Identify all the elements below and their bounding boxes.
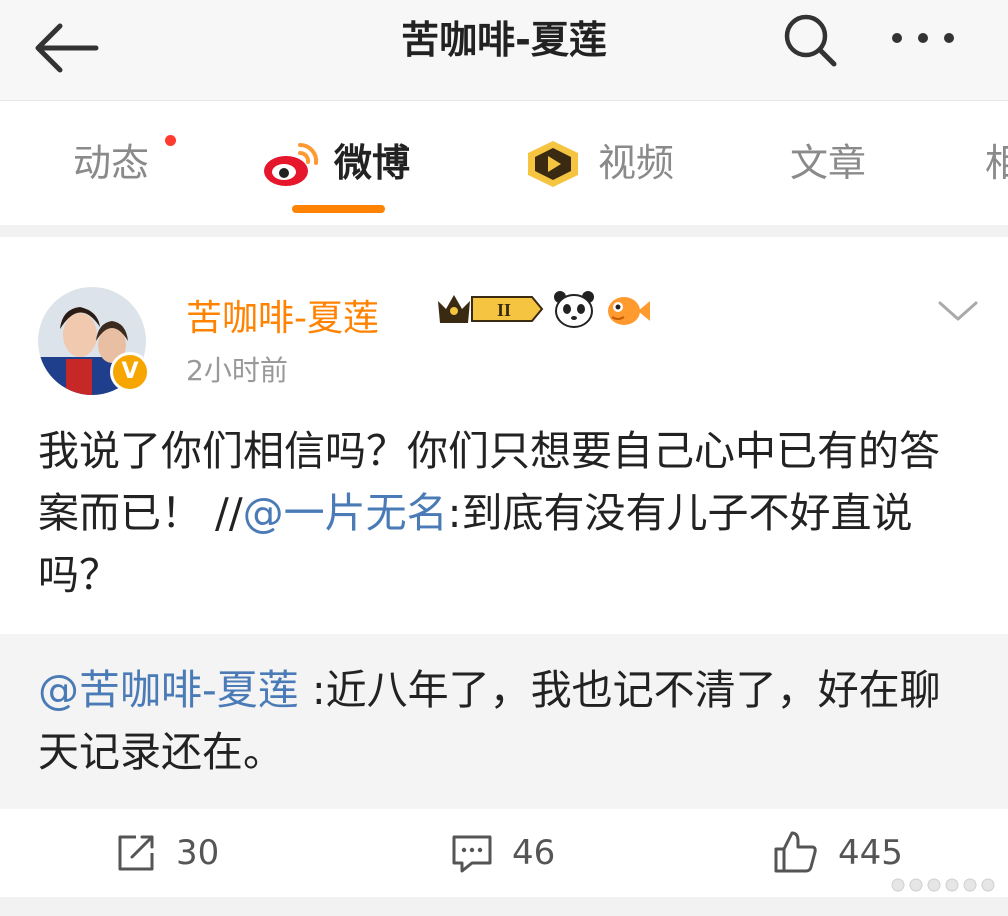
post-card: V 苦咖啡-夏莲 II 2小时前 我说了你们相信吗？你们只想要自己心中已有的答案… [0, 237, 1008, 897]
weibo-logo-icon [264, 142, 319, 186]
video-play-icon [528, 141, 578, 187]
repost-count: 30 [176, 833, 220, 873]
more-button[interactable] [885, 18, 965, 58]
tab-label: 文章 [790, 141, 867, 185]
repost-icon [118, 835, 154, 871]
bottom-separator [0, 897, 1008, 916]
member-level-badge-icon[interactable]: II [434, 289, 546, 329]
user-mention-link[interactable]: @一片无名 [243, 489, 448, 537]
thumbs-up-icon [774, 831, 817, 873]
watermark-dots [891, 878, 995, 892]
post-content: 我说了你们相信吗？你们只想要自己心中已有的答案而已！ //@一片无名:到底有没有… [38, 420, 978, 606]
chevron-down-icon [938, 301, 978, 321]
post-menu-button[interactable] [936, 295, 980, 325]
tab-album[interactable]: 相 [985, 101, 1008, 225]
tab-dynamic[interactable]: 动态 [73, 101, 176, 225]
post-actions-bar: 30 46 445 [0, 809, 1008, 897]
repost-button[interactable]: 30 [114, 809, 274, 897]
panda-icon [554, 291, 594, 328]
active-tab-indicator [292, 205, 385, 213]
search-icon [784, 14, 837, 67]
more-horizontal-icon [892, 33, 954, 43]
comment-button[interactable]: 46 [450, 809, 610, 897]
post-username[interactable]: 苦咖啡-夏莲 [186, 289, 379, 341]
level-text: II [497, 300, 511, 320]
quoted-post-content: @苦咖啡-夏莲 :近八年了，我也记不清了，好在聊天记录还在。 [38, 659, 978, 783]
comment-icon [452, 835, 492, 873]
comment-count: 46 [512, 833, 556, 873]
verified-badge-icon: V [110, 352, 150, 392]
tab-article[interactable]: 文章 [790, 101, 866, 225]
fish-icon [608, 297, 650, 325]
tab-label: 视频 [598, 141, 675, 185]
profile-tabs: 动态 微博 视频 文章 相 [0, 101, 1008, 225]
tab-label: 相 [985, 141, 1008, 185]
notification-dot [165, 135, 176, 146]
top-bar: 苦咖啡-夏莲 [0, 0, 1008, 101]
search-button[interactable] [780, 10, 840, 70]
page-title: 苦咖啡-夏莲 [401, 18, 607, 62]
post-time: 2小时前 [186, 354, 288, 387]
quoted-post[interactable]: @苦咖啡-夏莲 :近八年了，我也记不清了，好在聊天记录还在。 [0, 634, 1008, 809]
user-mention-link[interactable]: @苦咖啡-夏莲 [38, 666, 299, 714]
tab-label: 动态 [73, 141, 150, 185]
